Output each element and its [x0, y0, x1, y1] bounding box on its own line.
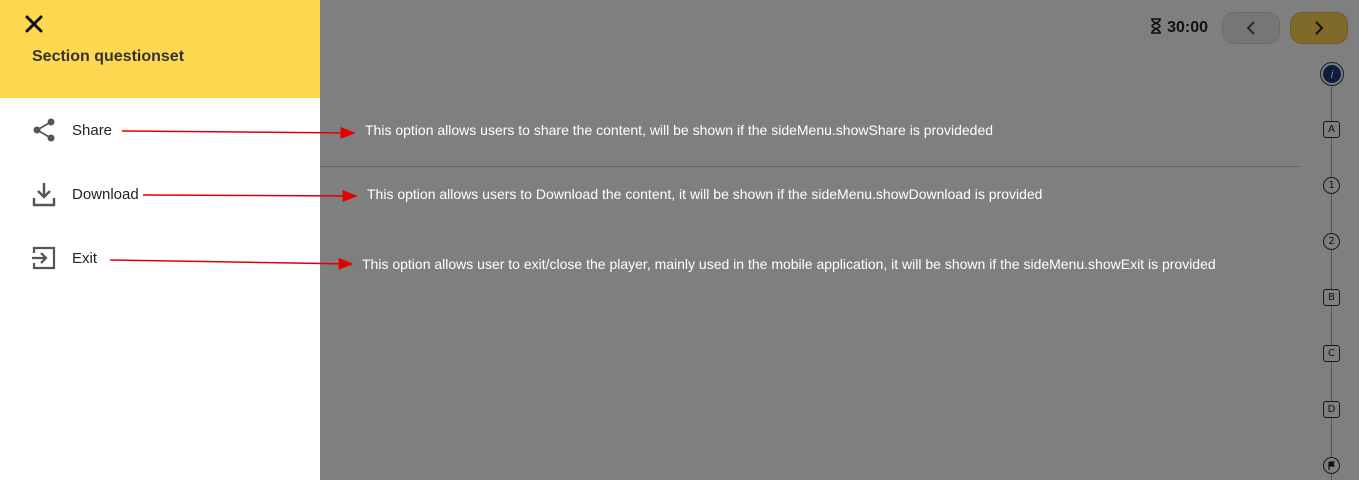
side-menu: Section questionset Share Download Exit — [0, 0, 320, 480]
menu-item-label: Share — [72, 121, 113, 139]
exit-icon — [30, 244, 58, 272]
menu-item-label: Download — [72, 185, 139, 203]
close-menu-button[interactable] — [24, 14, 44, 34]
download-icon — [30, 180, 58, 208]
menu-item-exit[interactable]: Exit — [30, 244, 97, 272]
side-menu-header: Section questionset — [0, 0, 320, 98]
menu-item-download[interactable]: Download — [30, 180, 139, 208]
menu-item-label: Exit — [72, 249, 98, 267]
side-menu-title: Section questionset — [32, 48, 185, 65]
share-icon — [30, 116, 58, 144]
close-icon — [25, 15, 43, 33]
menu-item-share[interactable]: Share — [30, 116, 112, 144]
